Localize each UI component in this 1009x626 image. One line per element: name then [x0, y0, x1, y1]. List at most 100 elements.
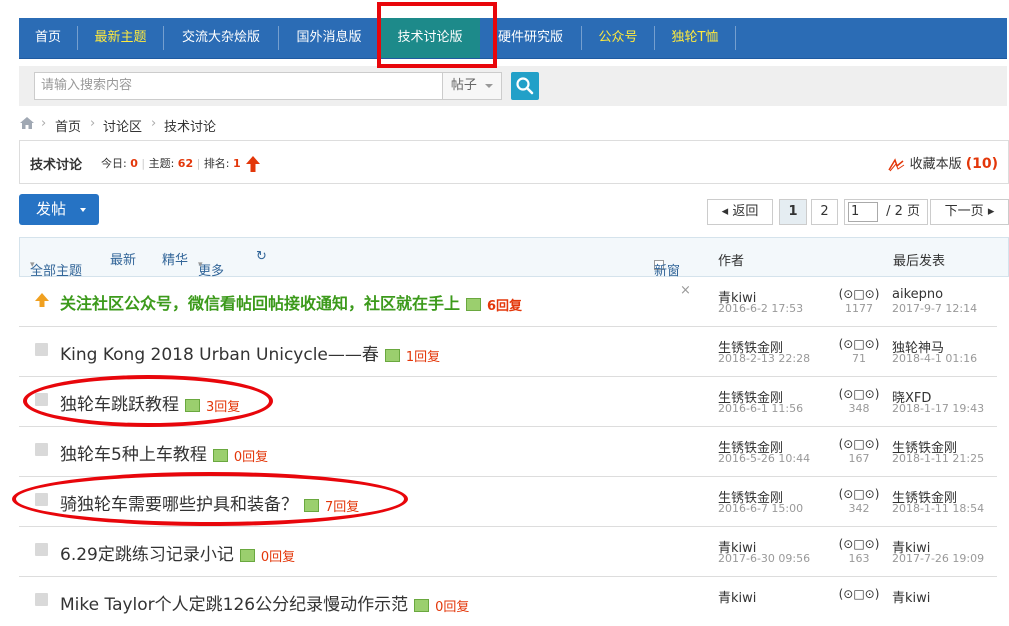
thread-icon: [35, 343, 48, 356]
page-2-button[interactable]: 2: [811, 199, 838, 225]
nav-item-home[interactable]: 首页: [19, 18, 77, 58]
rank-value: 1: [233, 157, 241, 170]
thread-list-header: 全部主题 ▾ 最新 精华 更多 ▾ ↻ 新窗 作者 最后发表: [19, 237, 1009, 279]
chevron-right-icon: ▸: [987, 204, 995, 219]
views-emoticon: (⊙□⊙): [838, 587, 880, 601]
page-jump-input[interactable]: 1: [848, 202, 878, 222]
breadcrumb-current[interactable]: 技术讨论: [164, 116, 216, 135]
thread-row[interactable]: 独轮车5种上车教程 0回复 生锈铁金刚 2016-5-26 10:44 (⊙□⊙)…: [19, 426, 997, 477]
favorite-icon: [888, 157, 905, 171]
last-post-date: 2017-7-26 19:09: [892, 552, 985, 565]
home-icon[interactable]: [19, 116, 35, 134]
thread-date: 2018-2-13 22:28: [718, 352, 811, 365]
pinned-thread-icon: [35, 293, 49, 307]
views-emoticon: (⊙□⊙): [838, 487, 880, 501]
refresh-icon[interactable]: ↻: [256, 249, 267, 264]
image-attachment-icon: [414, 598, 430, 612]
nav-item-tshirt[interactable]: 独轮T恤: [655, 18, 735, 58]
favorite-forum-button[interactable]: 收藏本版 (10): [887, 153, 998, 172]
nav-item-foreign-news[interactable]: 国外消息版: [279, 18, 379, 58]
forum-stats: 今日: 0 | 主题: 62 | 排名: 1: [101, 155, 261, 172]
filter-latest[interactable]: 最新: [110, 249, 136, 268]
next-page-button[interactable]: 下一页 ▸: [930, 199, 1009, 225]
thread-row[interactable]: King Kong 2018 Urban Unicycle——春 1回复 生锈铁金…: [19, 326, 997, 377]
reply-count: 1回复: [405, 349, 441, 365]
nav-divider: [735, 26, 736, 50]
reply-count: 0回复: [260, 549, 296, 565]
thread-title[interactable]: 关注社区公众号，微信看帖回帖接收通知，社区就在手上 6回复: [60, 290, 522, 314]
views-count: 71: [852, 352, 866, 365]
rank-up-arrow-icon: [246, 156, 261, 172]
rank-label: 排名:: [203, 157, 230, 170]
views-count: 342: [848, 502, 870, 515]
thread-title[interactable]: 独轮车5种上车教程 0回复: [60, 440, 268, 465]
filter-digest[interactable]: 精华: [162, 249, 188, 268]
thread-date: 2016-6-2 17:53: [718, 302, 804, 315]
search-input[interactable]: 请输入搜索内容: [34, 72, 450, 100]
thread-author[interactable]: 青kiwi: [718, 587, 756, 606]
forum-name: 技术讨论: [30, 158, 83, 173]
breadcrumb-home[interactable]: 首页: [55, 116, 81, 135]
search-type-label: 帖子: [450, 78, 477, 93]
search-bar: 请输入搜索内容 帖子: [19, 66, 1007, 106]
new-post-label: 发帖: [36, 200, 67, 218]
breadcrumb-separator: ›: [90, 116, 96, 131]
top-nav: 首页 最新主题 交流大杂烩版 国外消息版 技术讨论版 硬件研究版 公众号 独轮T…: [19, 18, 1007, 59]
thread-row[interactable]: 关注社区公众号，微信看帖回帖接收通知，社区就在手上 6回复 × 青kiwi 201…: [19, 276, 997, 327]
breadcrumb-separator: ›: [151, 116, 157, 131]
forum-info: 技术讨论 今日: 0 | 主题: 62 | 排名: 1 收藏本版 (10): [19, 140, 1009, 184]
chevron-left-icon: ◂: [721, 204, 729, 219]
page-total: / 2 页: [886, 204, 921, 219]
views-count: 348: [848, 402, 870, 415]
views-count: 167: [848, 452, 870, 465]
image-attachment-icon: [466, 298, 482, 311]
nav-item-chat[interactable]: 交流大杂烩版: [164, 18, 278, 58]
thread-row[interactable]: 6.29定跳练习记录小记 0回复 青kiwi 2017-6-30 09:56 (⊙…: [19, 526, 997, 577]
favorite-count: (10): [965, 156, 998, 172]
last-post-date: 2018-1-11 21:25: [892, 452, 985, 465]
reply-count: 0回复: [233, 449, 269, 465]
back-button[interactable]: ◂ 返回: [707, 199, 773, 225]
highlight-ellipse: [12, 472, 408, 526]
thread-title[interactable]: 6.29定跳练习记录小记 0回复: [60, 540, 295, 565]
last-post-date: 2018-4-1 01:16: [892, 352, 978, 365]
reply-count: 6回复: [487, 299, 523, 314]
pagination: ◂ 返回 1 2 1 / 2 页 下一页 ▸: [707, 199, 1009, 225]
page-jump: 1 / 2 页: [844, 199, 928, 225]
favorite-label: 收藏本版: [909, 157, 962, 172]
last-post-date: 2018-1-11 18:54: [892, 502, 985, 515]
last-post-column-header: 最后发表: [893, 254, 946, 269]
last-poster[interactable]: aikepno: [892, 287, 943, 302]
search-icon: [516, 77, 534, 95]
thread-date: 2016-6-1 11:56: [718, 402, 804, 415]
thread-date: 2016-5-26 10:44: [718, 452, 811, 465]
views-emoticon: (⊙□⊙): [838, 287, 880, 301]
image-attachment-icon: [384, 348, 400, 362]
views-emoticon: (⊙□⊙): [838, 537, 880, 551]
reply-count: 0回复: [435, 599, 470, 615]
search-type-select[interactable]: 帖子: [442, 72, 502, 100]
nav-item-wechat[interactable]: 公众号: [582, 18, 654, 58]
new-post-button[interactable]: 发帖: [19, 194, 99, 225]
thread-date: 2017-6-30 09:56: [718, 552, 811, 565]
views-emoticon: (⊙□⊙): [838, 387, 880, 401]
threads-count: 62: [177, 157, 194, 170]
thread-icon: [35, 593, 48, 606]
nav-item-latest[interactable]: 最新主题: [78, 18, 163, 58]
page-1-button[interactable]: 1: [779, 199, 807, 225]
last-poster[interactable]: 青kiwi: [892, 587, 930, 606]
search-button[interactable]: [511, 72, 539, 100]
today-count: 0: [130, 157, 138, 170]
thread-title[interactable]: King Kong 2018 Urban Unicycle——春 1回复: [60, 340, 440, 365]
image-attachment-icon: [239, 548, 255, 562]
thread-row[interactable]: Mike Taylor个人定跳126公分纪录慢动作示范 0回复 青kiwi (⊙□…: [19, 576, 997, 626]
breadcrumb-separator: ›: [41, 116, 47, 131]
breadcrumb-discussion[interactable]: 讨论区: [103, 116, 142, 135]
views-count: 1177: [845, 302, 873, 315]
highlight-ellipse: [23, 375, 273, 427]
thread-icon: [35, 543, 48, 556]
close-icon[interactable]: ×: [680, 283, 691, 298]
back-label: 返回: [732, 204, 759, 219]
image-attachment-icon: [212, 448, 228, 462]
caret-down-icon: [485, 83, 494, 88]
